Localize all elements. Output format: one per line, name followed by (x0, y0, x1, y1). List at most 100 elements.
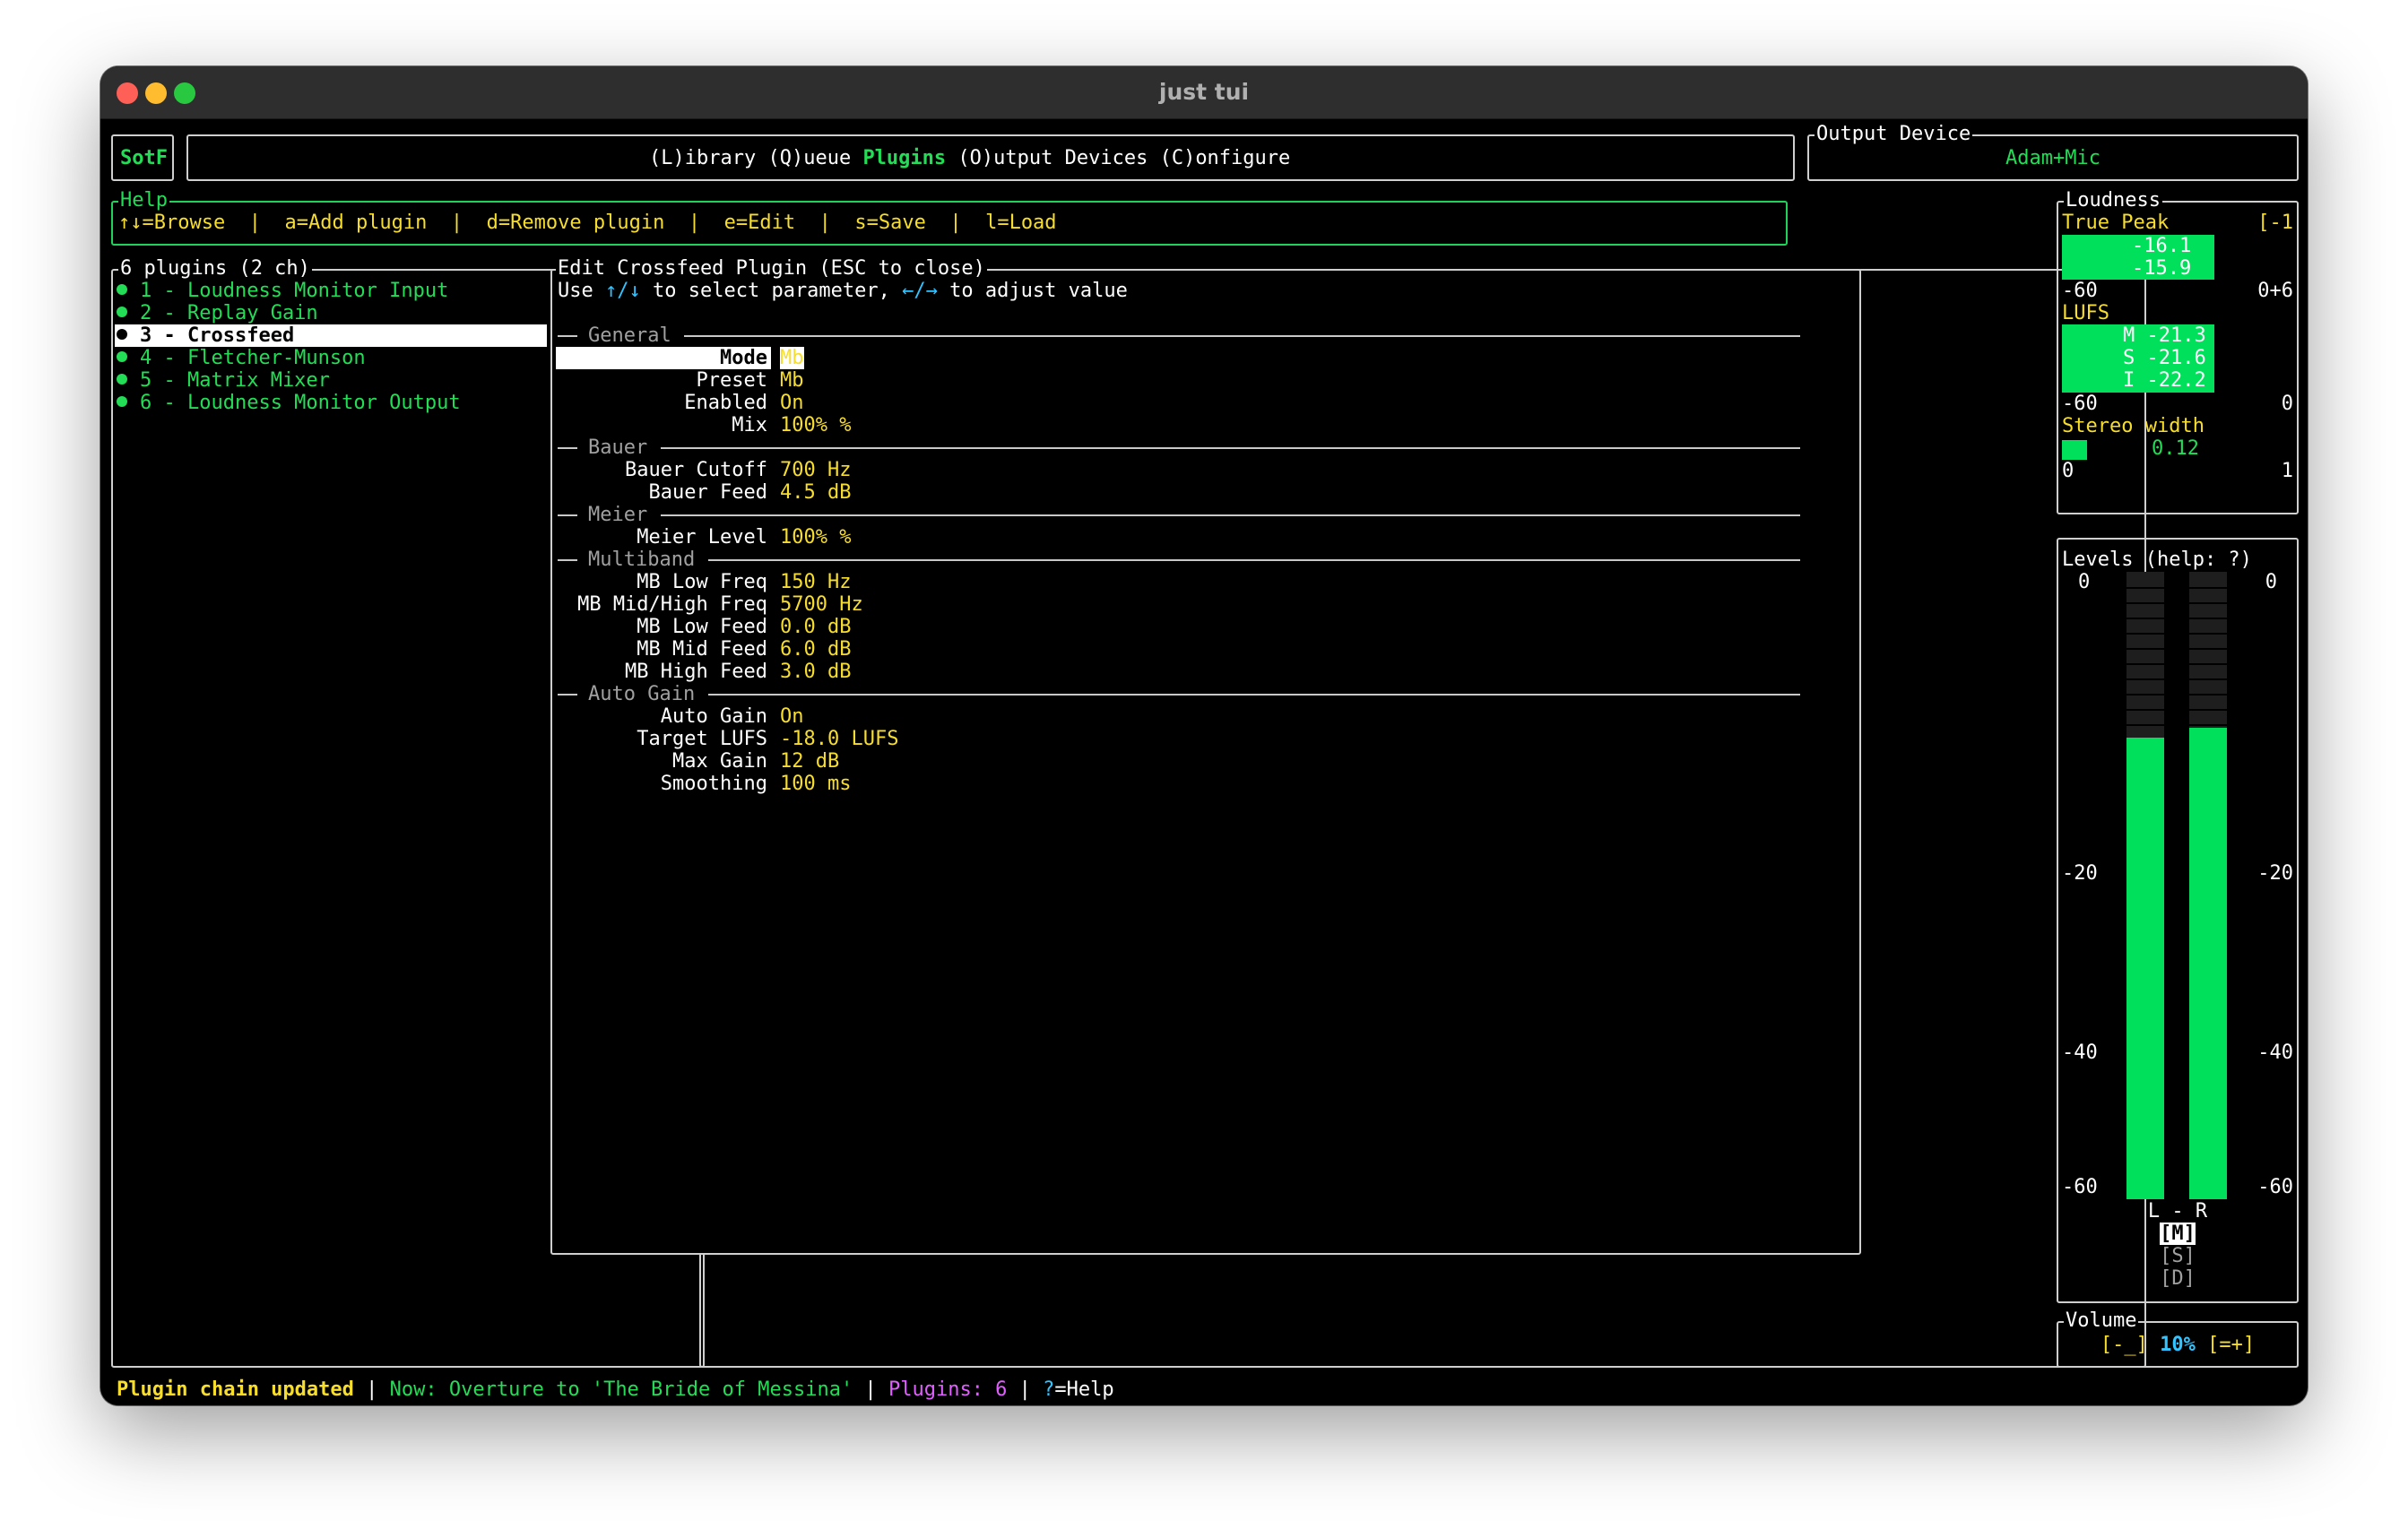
output-device-box[interactable]: Output Device Adam+Mic (1807, 123, 2299, 181)
parameter-value[interactable]: 5700 Hz (780, 593, 863, 616)
levels-tick-right-20: -20 (2257, 862, 2293, 885)
now-playing: Now: Overture to 'The Bride of Messina' (389, 1378, 853, 1401)
plugin-list-item[interactable]: 3 - Crossfeed (117, 324, 294, 347)
updown-arrows-icon: ↑/↓ (605, 280, 641, 302)
levels-tick-left-40: -40 (2062, 1041, 2098, 1064)
channel-label: L - R (2147, 1200, 2208, 1223)
plugin-list-item[interactable]: 4 - Fletcher-Munson (117, 347, 366, 369)
parameter-value[interactable]: 100 ms (780, 773, 851, 795)
tab-library[interactable]: (L)ibrary (649, 147, 756, 169)
parameter-value[interactable]: 4.5 dB (780, 481, 851, 504)
parameter-label[interactable]: Smoothing (661, 773, 767, 795)
parameter-label[interactable]: MB High Feed (625, 661, 767, 683)
parameter-label[interactable]: Mode (720, 347, 767, 369)
meter-segment (2189, 709, 2227, 711)
section-rule (558, 514, 577, 516)
parameter-value[interactable]: 0.0 dB (780, 616, 851, 638)
parameter-label[interactable]: Auto Gain (661, 705, 767, 728)
parameter-label[interactable]: MB Mid/High Freq (577, 593, 767, 616)
parameter-label[interactable]: Target LUFS (637, 728, 767, 750)
parameter-label[interactable]: Max Gain (672, 750, 767, 773)
parameter-label[interactable]: Mix (732, 414, 767, 436)
parameter-value[interactable]: Mb (780, 347, 804, 369)
tab-output-devices[interactable]: (O)utput Devices (957, 147, 1148, 169)
parameter-value[interactable]: 6.0 dB (780, 638, 851, 661)
output-device-title: Output Device (1815, 123, 1973, 146)
parameter-value[interactable]: 3.0 dB (780, 661, 851, 683)
status-dot-icon (117, 329, 127, 340)
volume-down-button[interactable]: [-_] (2101, 1334, 2148, 1356)
status-message: Plugin chain updated (117, 1378, 354, 1401)
parameter-label[interactable]: Preset (697, 369, 767, 392)
mode-side[interactable]: [S] (2058, 1245, 2297, 1267)
help-add-plugin: a=Add plugin (284, 212, 428, 234)
volume-value: 10% (2160, 1334, 2196, 1356)
window-title: just tui (1158, 79, 1250, 105)
section-rule (558, 694, 577, 696)
true-peak-scale-min: -60 (2062, 280, 2098, 302)
meter-segment (2126, 724, 2164, 726)
parameter-value[interactable]: 12 dB (780, 750, 839, 773)
help-separator: | (450, 212, 463, 234)
leftright-arrows-icon: ←/→ (902, 280, 938, 302)
meter-segment (2126, 694, 2164, 696)
parameter-value[interactable]: 100% % (780, 414, 851, 436)
parameter-label[interactable]: Meier Level (637, 526, 767, 549)
plugin-list-item[interactable]: 2 - Replay Gain (117, 302, 318, 324)
parameter-value[interactable]: 700 Hz (780, 459, 851, 481)
meter-segment (2189, 648, 2227, 650)
stereo-width-label: Stereo width (2062, 415, 2204, 437)
lufs-label: LUFS (2062, 302, 2109, 324)
parameter-value[interactable]: -18.0 LUFS (780, 728, 898, 750)
plugin-list-item[interactable]: 1 - Loudness Monitor Input (117, 280, 448, 302)
lufs-m-key: M (2123, 324, 2135, 347)
plugin-editor-modal: Edit Crossfeed Plugin (ESC to close) Use… (550, 257, 1861, 1255)
help-key[interactable]: ? (1043, 1378, 1054, 1401)
tab-queue[interactable]: (Q)ueue (767, 147, 851, 169)
mode-mid-label[interactable]: [M] (2160, 1223, 2196, 1245)
mode-diff[interactable]: [D] (2058, 1267, 2297, 1290)
lufs-s: S -21.6 (2123, 347, 2206, 369)
plugin-list-item[interactable]: 5 - Matrix Mixer (117, 369, 330, 392)
plugin-label: 4 - Fletcher-Munson (140, 347, 366, 369)
parameter-value[interactable]: Mb (780, 369, 804, 392)
meter-segment (2126, 602, 2164, 604)
plugin-label: 5 - Matrix Mixer (140, 369, 330, 392)
levels-panel[interactable]: Levels (help: ?) 0 0 -20 -20 -40 -40 -60… (2057, 538, 2299, 1303)
section-heading: Bauer (588, 436, 648, 459)
meter-segment (2189, 633, 2227, 635)
level-bar-left (2126, 738, 2164, 1199)
parameter-label[interactable]: Bauer Feed (649, 481, 767, 504)
parameter-value[interactable]: On (780, 705, 804, 728)
parameter-value[interactable]: On (780, 392, 804, 414)
true-peak-right: -15.9 (2132, 257, 2192, 280)
parameter-label[interactable]: MB Low Freq (637, 571, 767, 593)
help-browse: ↑↓=Browse (118, 212, 226, 234)
section-heading: General (588, 324, 671, 347)
parameter-label[interactable]: Enabled (684, 392, 767, 414)
tab-plugins[interactable]: Plugins (862, 147, 946, 169)
plugin-list-item[interactable]: 6 - Loudness Monitor Output (117, 392, 461, 414)
section-heading: Multiband (588, 549, 696, 571)
title-bar[interactable]: just tui (100, 66, 2308, 119)
parameter-value[interactable]: 150 Hz (780, 571, 851, 593)
volume-up-button[interactable]: [=+] (2207, 1334, 2255, 1356)
status-dot-icon (117, 374, 127, 384)
parameter-value[interactable]: 100% % (780, 526, 851, 549)
lufs-s-key: S (2123, 347, 2135, 369)
meter-segment (2126, 618, 2164, 619)
help-box: Help ↑↓=Browse | a=Add plugin | d=Remove… (111, 189, 1788, 246)
parameter-label[interactable]: MB Mid Feed (637, 638, 767, 661)
lufs-i: I -22.2 (2123, 369, 2206, 392)
section-rule (558, 447, 577, 449)
terminal-content: SotF (L)ibrary (Q)ueue Plugins (O)utput … (100, 118, 2308, 1405)
mode-mid[interactable]: [M] (2058, 1223, 2297, 1245)
tab-configure[interactable]: (C)onfigure (1160, 147, 1291, 169)
status-separator: | (366, 1378, 378, 1401)
true-peak-scale-max: 0+6 (2257, 280, 2293, 302)
parameter-label[interactable]: MB Low Feed (637, 616, 767, 638)
true-peak-label: True Peak (2062, 212, 2170, 234)
help-separator: | (819, 212, 831, 234)
parameter-label[interactable]: Bauer Cutoff (625, 459, 767, 481)
levels-tick-right-0: 0 (2265, 571, 2277, 593)
